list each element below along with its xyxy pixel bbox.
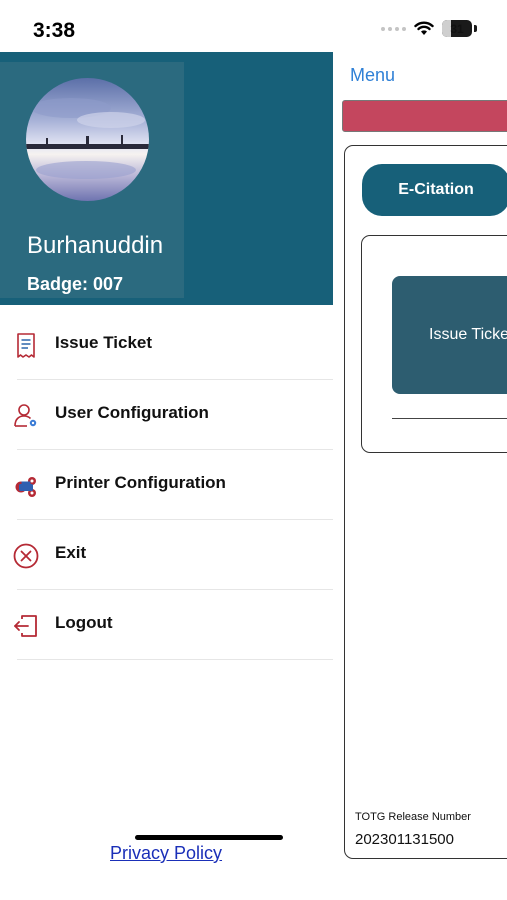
menu-item-issue-ticket[interactable]: Issue Ticket: [0, 310, 333, 380]
release-number-label: TOTG Release Number: [355, 811, 471, 823]
privacy-policy-link[interactable]: Privacy Policy: [110, 843, 222, 864]
menu-item-user-configuration[interactable]: User Configuration: [0, 380, 333, 450]
profile-card: Burhanuddin Badge: 007: [0, 62, 184, 298]
logout-icon: [14, 615, 37, 637]
cellular-signal-icon: [381, 26, 406, 31]
user-settings-icon: [14, 404, 37, 427]
status-time: 3:38: [33, 19, 76, 42]
main-content: Menu E-Citation Issue Ticket TOTG Releas…: [333, 52, 507, 900]
badge-number: Badge: 007: [27, 274, 124, 294]
divider: [392, 418, 507, 419]
printer-gears-icon: [15, 477, 36, 497]
battery-tip: [474, 25, 477, 32]
menu-item-label: Printer Configuration: [55, 473, 226, 492]
menu-item-label: Issue Ticket: [55, 333, 153, 352]
battery-percentage: 31: [450, 21, 464, 36]
menu-item-logout[interactable]: Logout: [0, 590, 333, 660]
divider: [17, 659, 333, 660]
menu-item-printer-configuration[interactable]: Printer Configuration: [0, 450, 333, 520]
battery-icon: 31: [442, 20, 472, 37]
status-icons: 31: [381, 20, 477, 37]
side-drawer: Burhanuddin Badge: 007 Issue Ticket User…: [0, 52, 333, 900]
e-citation-button[interactable]: E-Citation: [362, 164, 507, 216]
content-card: E-Citation Issue Ticket TOTG Release Num…: [344, 145, 507, 859]
wifi-icon: [414, 21, 434, 35]
receipt-icon: [17, 333, 35, 358]
app-screen: 3:38 31 Menu E-Citation Issue Ticket TOT…: [0, 0, 507, 900]
avatar[interactable]: [26, 78, 149, 201]
menu-item-label: Exit: [55, 543, 87, 562]
menu-item-exit[interactable]: Exit: [0, 520, 333, 590]
drawer-menu: Issue Ticket User Configuration Printer …: [0, 310, 333, 660]
menu-item-label: Logout: [55, 613, 113, 632]
user-name: Burhanuddin: [27, 232, 164, 259]
home-indicator: [135, 835, 283, 840]
issue-ticket-tile[interactable]: Issue Ticket: [392, 276, 507, 394]
header-banner: [342, 100, 507, 132]
close-circle-icon: [13, 543, 39, 569]
inner-card: Issue Ticket: [361, 235, 507, 453]
status-bar: 3:38 31: [0, 0, 507, 52]
menu-item-label: User Configuration: [55, 403, 209, 422]
release-number-value: 202301131500: [355, 831, 454, 848]
menu-button[interactable]: Menu: [350, 65, 395, 86]
drawer-header: Burhanuddin Badge: 007: [0, 52, 333, 305]
